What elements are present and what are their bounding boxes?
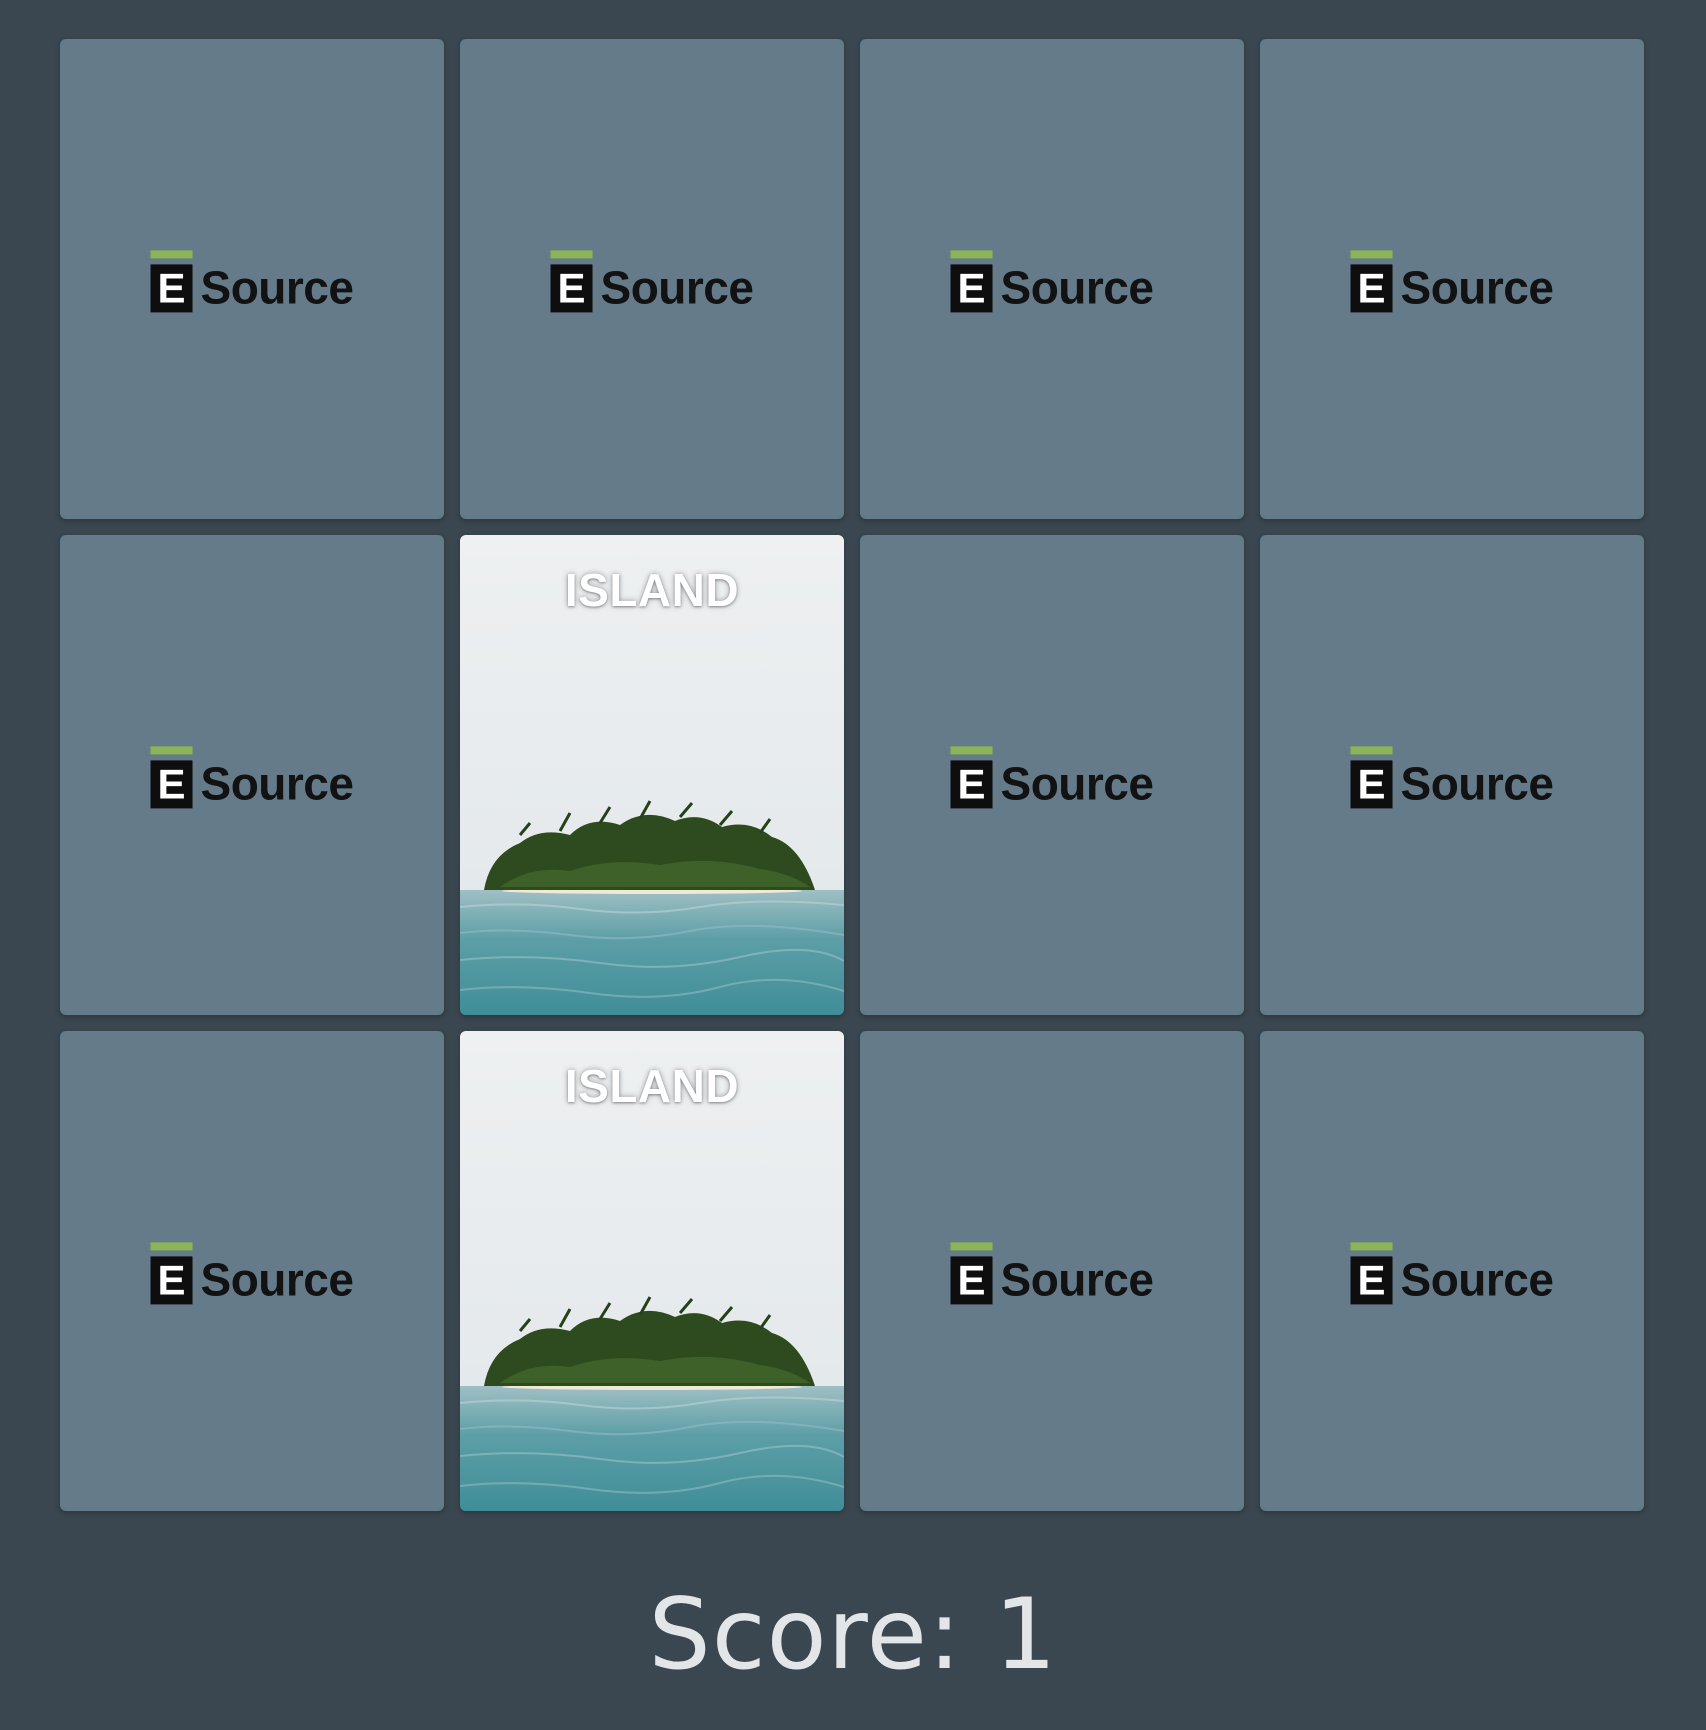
island-image: ISLAND [460,535,844,1015]
card-back[interactable]: E Source [60,39,444,519]
esource-logo: E Source [1350,1242,1554,1305]
island-image: ISLAND [460,1031,844,1511]
card-back[interactable]: E Source [1260,535,1644,1015]
esource-logo: E Source [150,746,354,809]
card-label: ISLAND [564,564,740,616]
esource-logo: E Source [150,250,354,313]
score-display: Score: 1 [648,1578,1058,1692]
card-back[interactable]: E Source [1260,39,1644,519]
card-face-island[interactable]: ISLAND [460,535,844,1015]
card-label: ISLAND [564,1060,740,1112]
esource-logo: E Source [150,1242,354,1305]
card-back[interactable]: E Source [860,535,1244,1015]
card-back[interactable]: E Source [60,535,444,1015]
esource-logo: E Source [950,250,1154,313]
esource-logo: E Source [950,1242,1154,1305]
card-back[interactable]: E Source [860,1031,1244,1511]
card-back[interactable]: E Source [860,39,1244,519]
esource-logo: E Source [550,250,754,313]
card-back[interactable]: E Source [1260,1031,1644,1511]
esource-logo: E Source [1350,250,1554,313]
card-back[interactable]: E Source [60,1031,444,1511]
card-face-island[interactable]: ISLAND [460,1031,844,1511]
esource-logo: E Source [950,746,1154,809]
card-back[interactable]: E Source [460,39,844,519]
esource-logo: E Source [1350,746,1554,809]
card-grid: E Source E Source E Source E Source E So… [60,39,1644,1511]
